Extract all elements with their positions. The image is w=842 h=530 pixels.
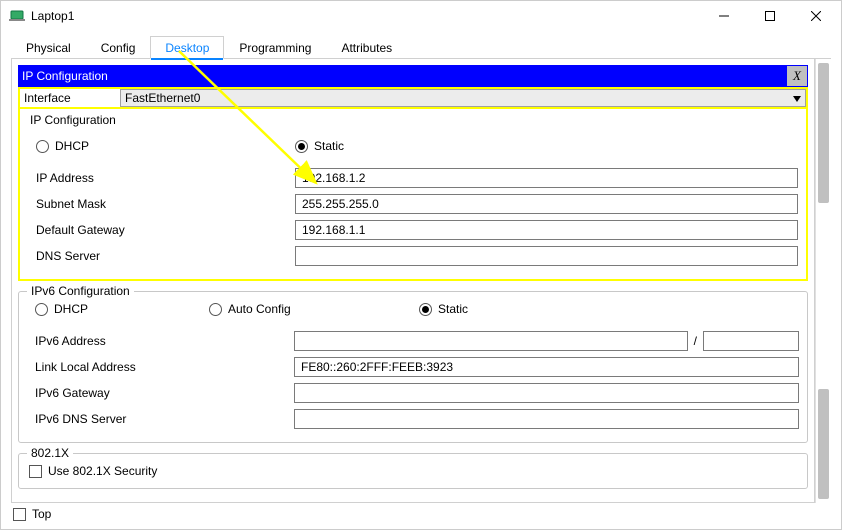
ip-address-label: IP Address xyxy=(30,171,295,185)
ipv6-dhcp-radio[interactable]: DHCP xyxy=(29,302,209,316)
vertical-scrollbar[interactable] xyxy=(815,59,831,503)
ipv6-config-group: IPv6 Configuration DHCP Auto Config S xyxy=(18,291,808,443)
dot1x-group-title: 802.1X xyxy=(27,446,73,460)
radio-icon xyxy=(419,303,432,316)
radio-icon xyxy=(209,303,222,316)
tab-programming[interactable]: Programming xyxy=(224,36,326,59)
top-label: Top xyxy=(32,507,51,521)
link-local-label: Link Local Address xyxy=(29,360,294,374)
ipconfig-titlebar: IP Configuration X xyxy=(18,65,808,87)
ip-address-input[interactable] xyxy=(295,168,798,188)
ipv6-static-radio[interactable]: Static xyxy=(419,302,468,316)
top-checkbox[interactable] xyxy=(13,508,26,521)
dot1x-checkbox[interactable] xyxy=(29,465,42,478)
ip-dhcp-label: DHCP xyxy=(55,139,89,153)
tab-config[interactable]: Config xyxy=(86,36,151,59)
radio-icon xyxy=(35,303,48,316)
tab-attributes[interactable]: Attributes xyxy=(326,36,407,59)
ip-static-radio[interactable]: Static xyxy=(295,139,344,153)
prefix-slash: / xyxy=(688,334,703,348)
subnet-mask-input[interactable] xyxy=(295,194,798,214)
ipv6-dhcp-label: DHCP xyxy=(54,302,88,316)
interface-select[interactable]: FastEthernet0 xyxy=(120,89,806,107)
default-gateway-label: Default Gateway xyxy=(30,223,295,237)
ipv6-auto-radio[interactable]: Auto Config xyxy=(209,302,419,316)
interface-value: FastEthernet0 xyxy=(125,91,200,105)
tab-bar: Physical Config Desktop Programming Attr… xyxy=(11,35,831,59)
ipv6-prefix-input[interactable] xyxy=(703,331,799,351)
ip-static-label: Static xyxy=(314,139,344,153)
laptop-icon xyxy=(9,8,25,24)
default-gateway-input[interactable] xyxy=(295,220,798,240)
desktop-panel: IP Configuration X Interface FastEtherne… xyxy=(11,59,815,503)
tab-physical[interactable]: Physical xyxy=(11,36,86,59)
minimize-button[interactable] xyxy=(701,2,747,30)
radio-icon xyxy=(295,140,308,153)
scrollbar-thumb[interactable] xyxy=(818,389,829,499)
ipv6-gateway-input[interactable] xyxy=(294,383,799,403)
dot1x-label: Use 802.1X Security xyxy=(48,464,157,478)
maximize-button[interactable] xyxy=(747,2,793,30)
dns-server-label: DNS Server xyxy=(30,249,295,263)
ip-dhcp-radio[interactable]: DHCP xyxy=(30,139,295,153)
window-title: Laptop1 xyxy=(31,9,74,23)
ipv6-address-input[interactable] xyxy=(294,331,688,351)
ip-config-group: IP Configuration DHCP Static IP Address xyxy=(18,109,808,281)
tab-desktop[interactable]: Desktop xyxy=(150,36,224,59)
ipconfig-close-button[interactable]: X xyxy=(787,66,807,86)
dns-server-input[interactable] xyxy=(295,246,798,266)
ipv6-static-label: Static xyxy=(438,302,468,316)
footer: Top xyxy=(11,503,831,523)
titlebar: Laptop1 xyxy=(1,1,841,31)
radio-icon xyxy=(36,140,49,153)
ipv6-group-title: IPv6 Configuration xyxy=(27,284,134,298)
app-window: Laptop1 Physical Config Desktop Programm… xyxy=(0,0,842,530)
ipv6-gateway-label: IPv6 Gateway xyxy=(29,386,294,400)
ipv6-dns-label: IPv6 DNS Server xyxy=(29,412,294,426)
scrollbar-thumb[interactable] xyxy=(818,63,829,203)
close-button[interactable] xyxy=(793,2,839,30)
interface-row: Interface FastEthernet0 xyxy=(18,87,808,109)
link-local-input[interactable] xyxy=(294,357,799,377)
ipv6-auto-label: Auto Config xyxy=(228,302,291,316)
ipconfig-title-text: IP Configuration xyxy=(22,69,108,83)
dot1x-group: 802.1X Use 802.1X Security xyxy=(18,453,808,489)
interface-label: Interface xyxy=(20,89,120,107)
ipv6-address-label: IPv6 Address xyxy=(29,334,294,348)
ipv6-dns-input[interactable] xyxy=(294,409,799,429)
ip-config-group-title: IP Configuration xyxy=(30,113,798,127)
subnet-mask-label: Subnet Mask xyxy=(30,197,295,211)
chevron-down-icon xyxy=(793,91,801,105)
